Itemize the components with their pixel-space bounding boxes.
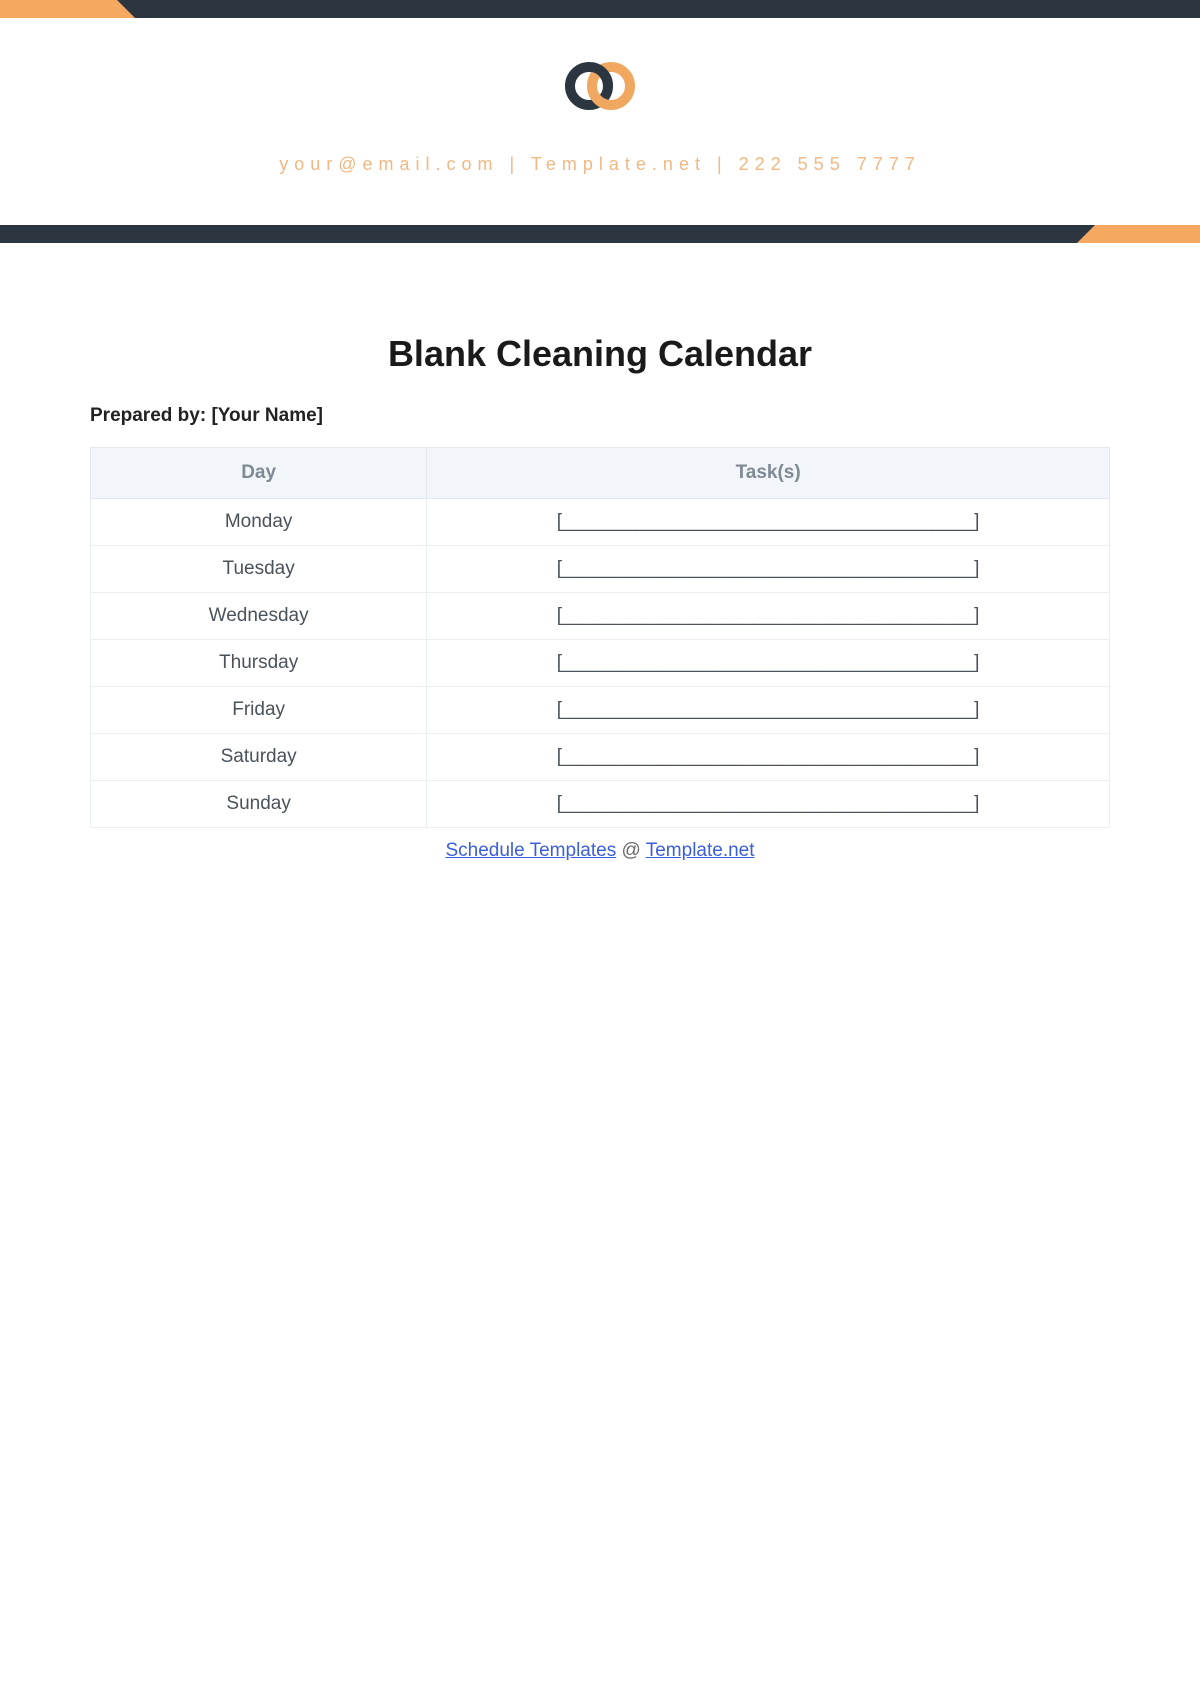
mid-bar-orange-segment xyxy=(1095,225,1200,243)
table-header-row: Day Task(s) xyxy=(91,448,1110,499)
top-bar-orange-segment xyxy=(0,0,120,18)
footer-attribution: Schedule Templates @ Template.net xyxy=(90,840,1110,862)
cell-day: Tuesday xyxy=(91,546,427,593)
mid-decorative-bar xyxy=(0,225,1200,243)
footer-at-separator: @ xyxy=(616,840,646,861)
col-header-tasks: Task(s) xyxy=(427,448,1110,499)
table-row: Wednesday [_____________________________… xyxy=(91,593,1110,640)
table-row: Tuesday [_______________________________… xyxy=(91,546,1110,593)
cell-task[interactable]: [_______________________________________… xyxy=(427,640,1110,687)
cell-day: Sunday xyxy=(91,781,427,828)
cleaning-calendar-table: Day Task(s) Monday [____________________… xyxy=(90,447,1110,828)
cell-day: Saturday xyxy=(91,734,427,781)
prepared-by-label: Prepared by: xyxy=(90,405,206,426)
prepared-by-value: [Your Name] xyxy=(211,405,323,426)
cell-task[interactable]: [_______________________________________… xyxy=(427,499,1110,546)
cell-task[interactable]: [_______________________________________… xyxy=(427,734,1110,781)
table-row: Thursday [______________________________… xyxy=(91,640,1110,687)
contact-info-line: your@email.com | Template.net | 222 555 … xyxy=(0,154,1200,175)
cell-task[interactable]: [_______________________________________… xyxy=(427,593,1110,640)
top-decorative-bar xyxy=(0,0,1200,18)
col-header-day: Day xyxy=(91,448,427,499)
interlocking-rings-logo-icon xyxy=(559,58,641,119)
table-row: Sunday [________________________________… xyxy=(91,781,1110,828)
cell-day: Thursday xyxy=(91,640,427,687)
template-net-link[interactable]: Template.net xyxy=(646,840,755,861)
document-title: Blank Cleaning Calendar xyxy=(90,333,1110,375)
cell-task[interactable]: [_______________________________________… xyxy=(427,546,1110,593)
cell-task[interactable]: [_______________________________________… xyxy=(427,781,1110,828)
cell-day: Friday xyxy=(91,687,427,734)
prepared-by-line: Prepared by: [Your Name] xyxy=(90,405,1110,427)
mid-bar-dark-segment xyxy=(0,225,1080,243)
logo-container xyxy=(0,58,1200,119)
table-row: Friday [________________________________… xyxy=(91,687,1110,734)
table-row: Monday [________________________________… xyxy=(91,499,1110,546)
schedule-templates-link[interactable]: Schedule Templates xyxy=(445,840,616,861)
cell-day: Wednesday xyxy=(91,593,427,640)
main-content: Blank Cleaning Calendar Prepared by: [Yo… xyxy=(0,333,1200,862)
cell-day: Monday xyxy=(91,499,427,546)
cell-task[interactable]: [_______________________________________… xyxy=(427,687,1110,734)
top-bar-dark-segment xyxy=(135,0,1200,18)
table-row: Saturday [______________________________… xyxy=(91,734,1110,781)
